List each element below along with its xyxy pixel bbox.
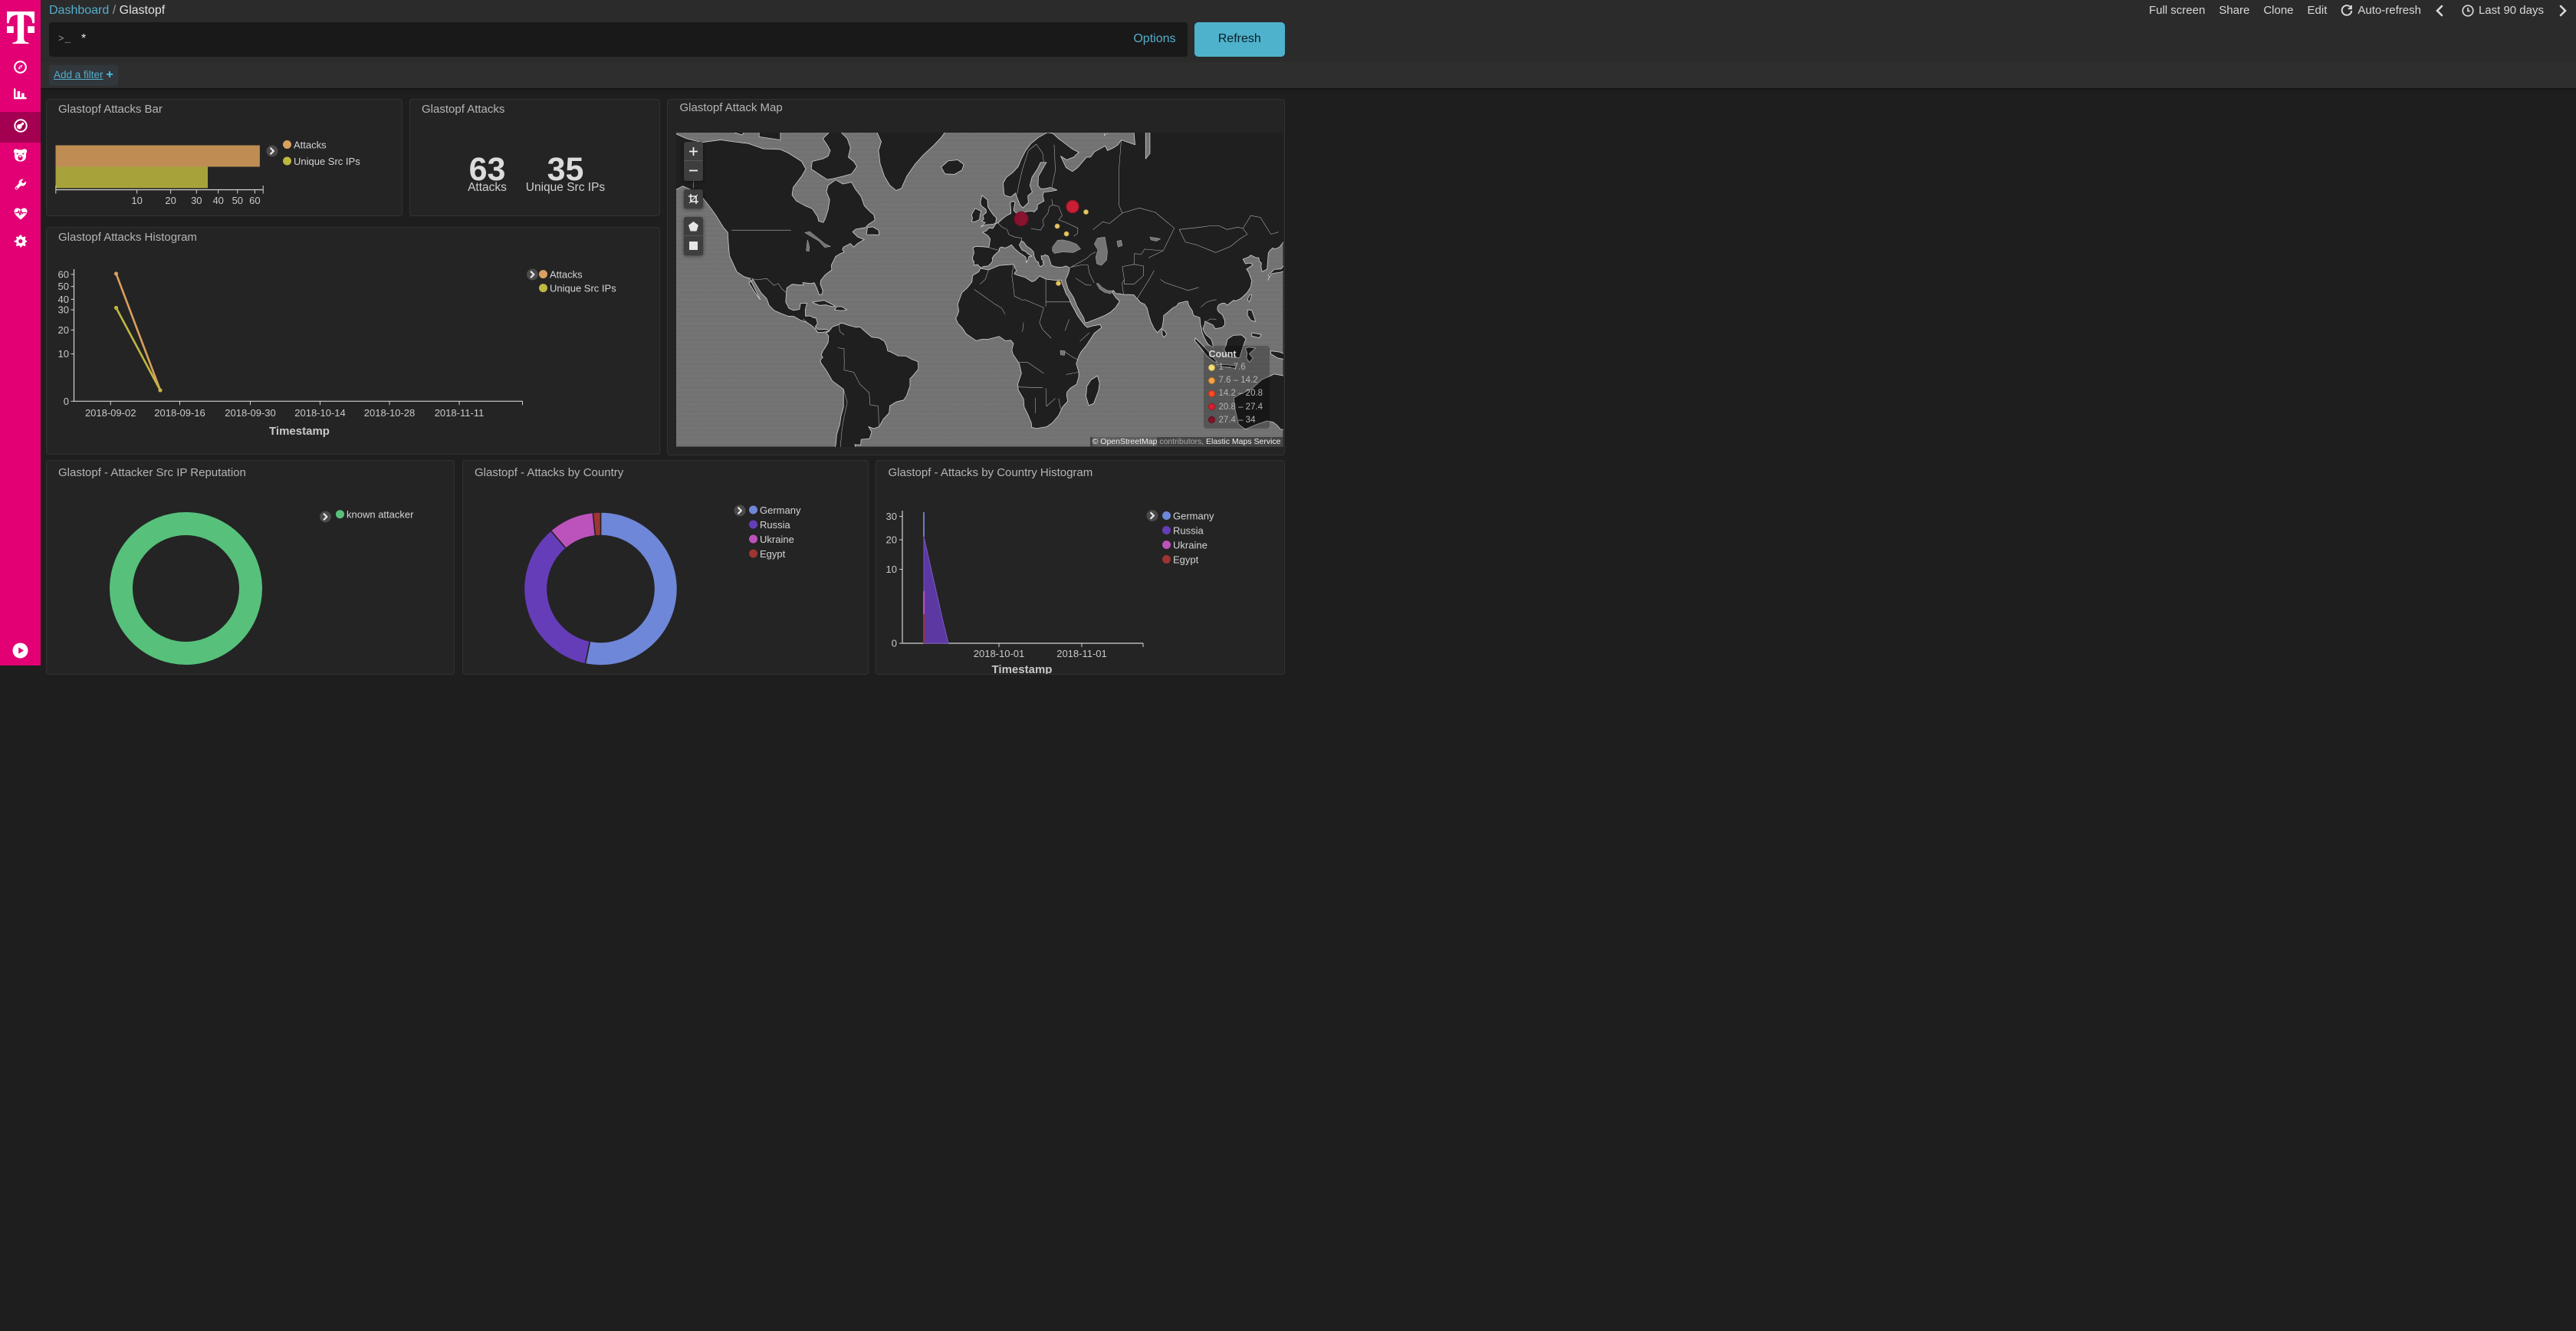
svg-text:Egypt: Egypt bbox=[760, 548, 786, 560]
svg-text:50: 50 bbox=[58, 281, 68, 292]
svg-text:50: 50 bbox=[232, 195, 242, 206]
svg-text:known attacker: known attacker bbox=[347, 509, 414, 521]
svg-text:Germany: Germany bbox=[760, 504, 801, 516]
svg-text:60: 60 bbox=[249, 195, 260, 206]
svg-text:20: 20 bbox=[58, 324, 68, 336]
svg-text:0: 0 bbox=[892, 638, 897, 649]
svg-text:30: 30 bbox=[191, 195, 202, 206]
svg-text:Ukraine: Ukraine bbox=[760, 534, 794, 545]
svg-text:30: 30 bbox=[58, 304, 68, 316]
svg-text:10: 10 bbox=[886, 564, 897, 575]
svg-text:2018-09-16: 2018-09-16 bbox=[154, 407, 205, 419]
svg-text:2018-11-01: 2018-11-01 bbox=[1056, 648, 1107, 659]
svg-text:Unique Src IPs: Unique Src IPs bbox=[294, 156, 360, 167]
svg-text:Timestamp: Timestamp bbox=[269, 425, 330, 438]
svg-text:Russia: Russia bbox=[760, 519, 791, 531]
svg-text:10: 10 bbox=[131, 195, 142, 206]
svg-text:Egypt: Egypt bbox=[1173, 554, 1199, 566]
svg-text:40: 40 bbox=[212, 195, 223, 206]
svg-text:Unique Src IPs: Unique Src IPs bbox=[550, 283, 616, 294]
svg-text:Russia: Russia bbox=[1173, 525, 1204, 537]
svg-text:0: 0 bbox=[63, 396, 68, 407]
svg-text:2018-09-30: 2018-09-30 bbox=[225, 407, 276, 419]
svg-text:Attacks: Attacks bbox=[294, 139, 327, 150]
svg-text:Germany: Germany bbox=[1173, 511, 1214, 522]
svg-text:2018-10-01: 2018-10-01 bbox=[974, 648, 1025, 659]
svg-text:2018-09-02: 2018-09-02 bbox=[84, 407, 136, 419]
svg-text:2018-11-11: 2018-11-11 bbox=[434, 407, 484, 419]
svg-text:2018-10-14: 2018-10-14 bbox=[294, 407, 346, 419]
svg-text:Ukraine: Ukraine bbox=[1173, 540, 1208, 551]
svg-text:Timestamp: Timestamp bbox=[992, 663, 1053, 674]
svg-text:20: 20 bbox=[165, 195, 176, 206]
svg-text:2018-10-28: 2018-10-28 bbox=[363, 407, 415, 419]
svg-text:10: 10 bbox=[58, 348, 68, 360]
svg-text:60: 60 bbox=[58, 268, 68, 280]
svg-text:30: 30 bbox=[886, 511, 897, 522]
svg-text:Attacks: Attacks bbox=[550, 269, 583, 281]
svg-text:20: 20 bbox=[886, 534, 897, 546]
